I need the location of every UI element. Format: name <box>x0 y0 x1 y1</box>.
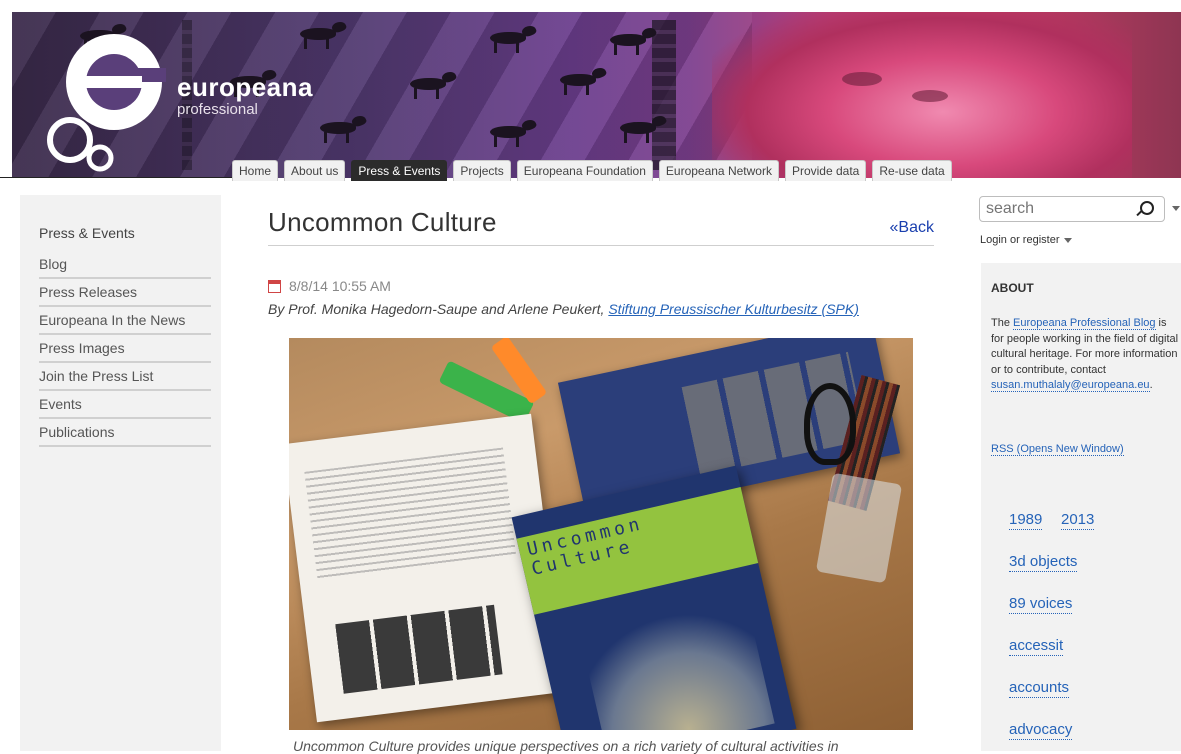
calendar-icon <box>268 279 281 293</box>
sidebar-item-publications[interactable]: Publications <box>39 420 211 447</box>
tag-link[interactable]: accessit <box>1009 637 1064 656</box>
magazine-front-cover: Uncommon Culture <box>511 465 797 730</box>
nav-tab-re-use-data[interactable]: Re-use data <box>872 160 952 181</box>
article-date-text: 8/8/14 10:55 AM <box>289 278 391 294</box>
search-icon[interactable] <box>1140 201 1154 215</box>
sidebar-item-blog[interactable]: Blog <box>39 252 211 279</box>
rss-link[interactable]: RSS (Opens New Window) <box>991 443 1124 456</box>
sidebar-item-europeana-in-the-news[interactable]: Europeana In the News <box>39 308 211 335</box>
search-input[interactable] <box>986 199 1126 219</box>
header-banner: europeana professional <box>12 12 1181 178</box>
about-panel: ABOUT The Europeana Professional Blog is… <box>981 263 1181 751</box>
article-byline: By Prof. Monika Hagedorn-Saupe and Arlen… <box>268 301 859 317</box>
article-photo: Uncommon Culture <box>289 338 913 730</box>
about-text-part: The <box>991 317 1014 329</box>
tag-link[interactable]: 2013 <box>1061 511 1095 530</box>
horse-silhouette <box>482 26 538 53</box>
sidebar-heading: Press & Events <box>39 225 135 241</box>
portrait-eye <box>842 72 882 86</box>
nav-tab-home[interactable]: Home <box>232 160 279 181</box>
article-title: Uncommon Culture <box>268 207 497 237</box>
horse-silhouette <box>602 28 658 55</box>
about-text-part: . <box>1149 379 1153 391</box>
horse-silhouette <box>552 68 608 95</box>
horse-silhouette <box>402 72 458 99</box>
banner-divider <box>0 177 240 178</box>
main-nav: Home About us Press & Events Projects Eu… <box>232 160 952 182</box>
europeana-logo-icon[interactable] <box>42 24 172 174</box>
horse-silhouette <box>292 22 348 49</box>
tag-link[interactable]: accounts <box>1009 679 1070 698</box>
sidebar-menu: Blog Press Releases Europeana In the New… <box>39 252 211 448</box>
byline-org-link[interactable]: Stiftung Preussischer Kulturbesitz (SPK) <box>608 301 859 317</box>
brand-name: europeana <box>177 72 313 102</box>
sidebar-item-press-images[interactable]: Press Images <box>39 336 211 363</box>
sidebar-item-press-releases[interactable]: Press Releases <box>39 280 211 307</box>
search-box <box>979 196 1165 222</box>
portrait-eye <box>912 90 948 102</box>
nav-tab-provide-data[interactable]: Provide data <box>784 160 867 181</box>
back-link[interactable]: «Back <box>890 219 934 237</box>
tag-link[interactable]: advocacy <box>1009 721 1073 740</box>
tag-link[interactable]: 89 voices <box>1009 595 1073 614</box>
article-date: 8/8/14 10:55 AM <box>268 278 391 294</box>
login-menu[interactable]: Login or register <box>980 234 1072 246</box>
horse-silhouette <box>612 116 668 143</box>
nav-tab-europeana-network[interactable]: Europeana Network <box>658 160 779 181</box>
nav-tab-about-us[interactable]: About us <box>284 160 346 181</box>
rss-label[interactable]: RSS <box>991 443 1014 455</box>
horse-silhouette <box>312 116 368 143</box>
brand-wordmark[interactable]: europeana professional <box>177 74 313 118</box>
scissors <box>804 383 856 465</box>
login-label[interactable]: Login or register <box>980 234 1060 246</box>
photo-caption: Uncommon Culture provides unique perspec… <box>293 738 839 754</box>
nav-tab-projects[interactable]: Projects <box>453 160 511 181</box>
pencil-cup <box>815 472 903 584</box>
search-options-chevron-down-icon[interactable] <box>1172 206 1180 211</box>
tag-link[interactable]: 3d objects <box>1009 553 1078 572</box>
byline-authors: By Prof. Monika Hagedorn-Saupe and Arlen… <box>268 301 609 317</box>
section-sidebar: Press & Events Blog Press Releases Europ… <box>20 195 221 751</box>
chevron-down-icon <box>1063 237 1072 243</box>
tag-link[interactable]: 1989 <box>1009 511 1043 530</box>
sidebar-item-join-press-list[interactable]: Join the Press List <box>39 364 211 391</box>
sidebar-item-events[interactable]: Events <box>39 392 211 419</box>
rss-suffix[interactable]: (Opens New Window) <box>1014 443 1124 455</box>
contact-email-link[interactable]: susan.muthalaly@europeana.eu <box>991 379 1150 392</box>
about-text: The Europeana Professional Blog is for p… <box>991 316 1181 394</box>
nav-tab-press-events[interactable]: Press & Events <box>351 160 448 181</box>
professional-blog-link[interactable]: Europeana Professional Blog <box>1013 317 1156 330</box>
nav-tab-europeana-foundation[interactable]: Europeana Foundation <box>516 160 653 181</box>
brand-tagline: professional <box>177 101 258 118</box>
horse-silhouette <box>482 120 538 147</box>
title-divider <box>268 245 934 246</box>
about-heading: ABOUT <box>991 281 1034 295</box>
